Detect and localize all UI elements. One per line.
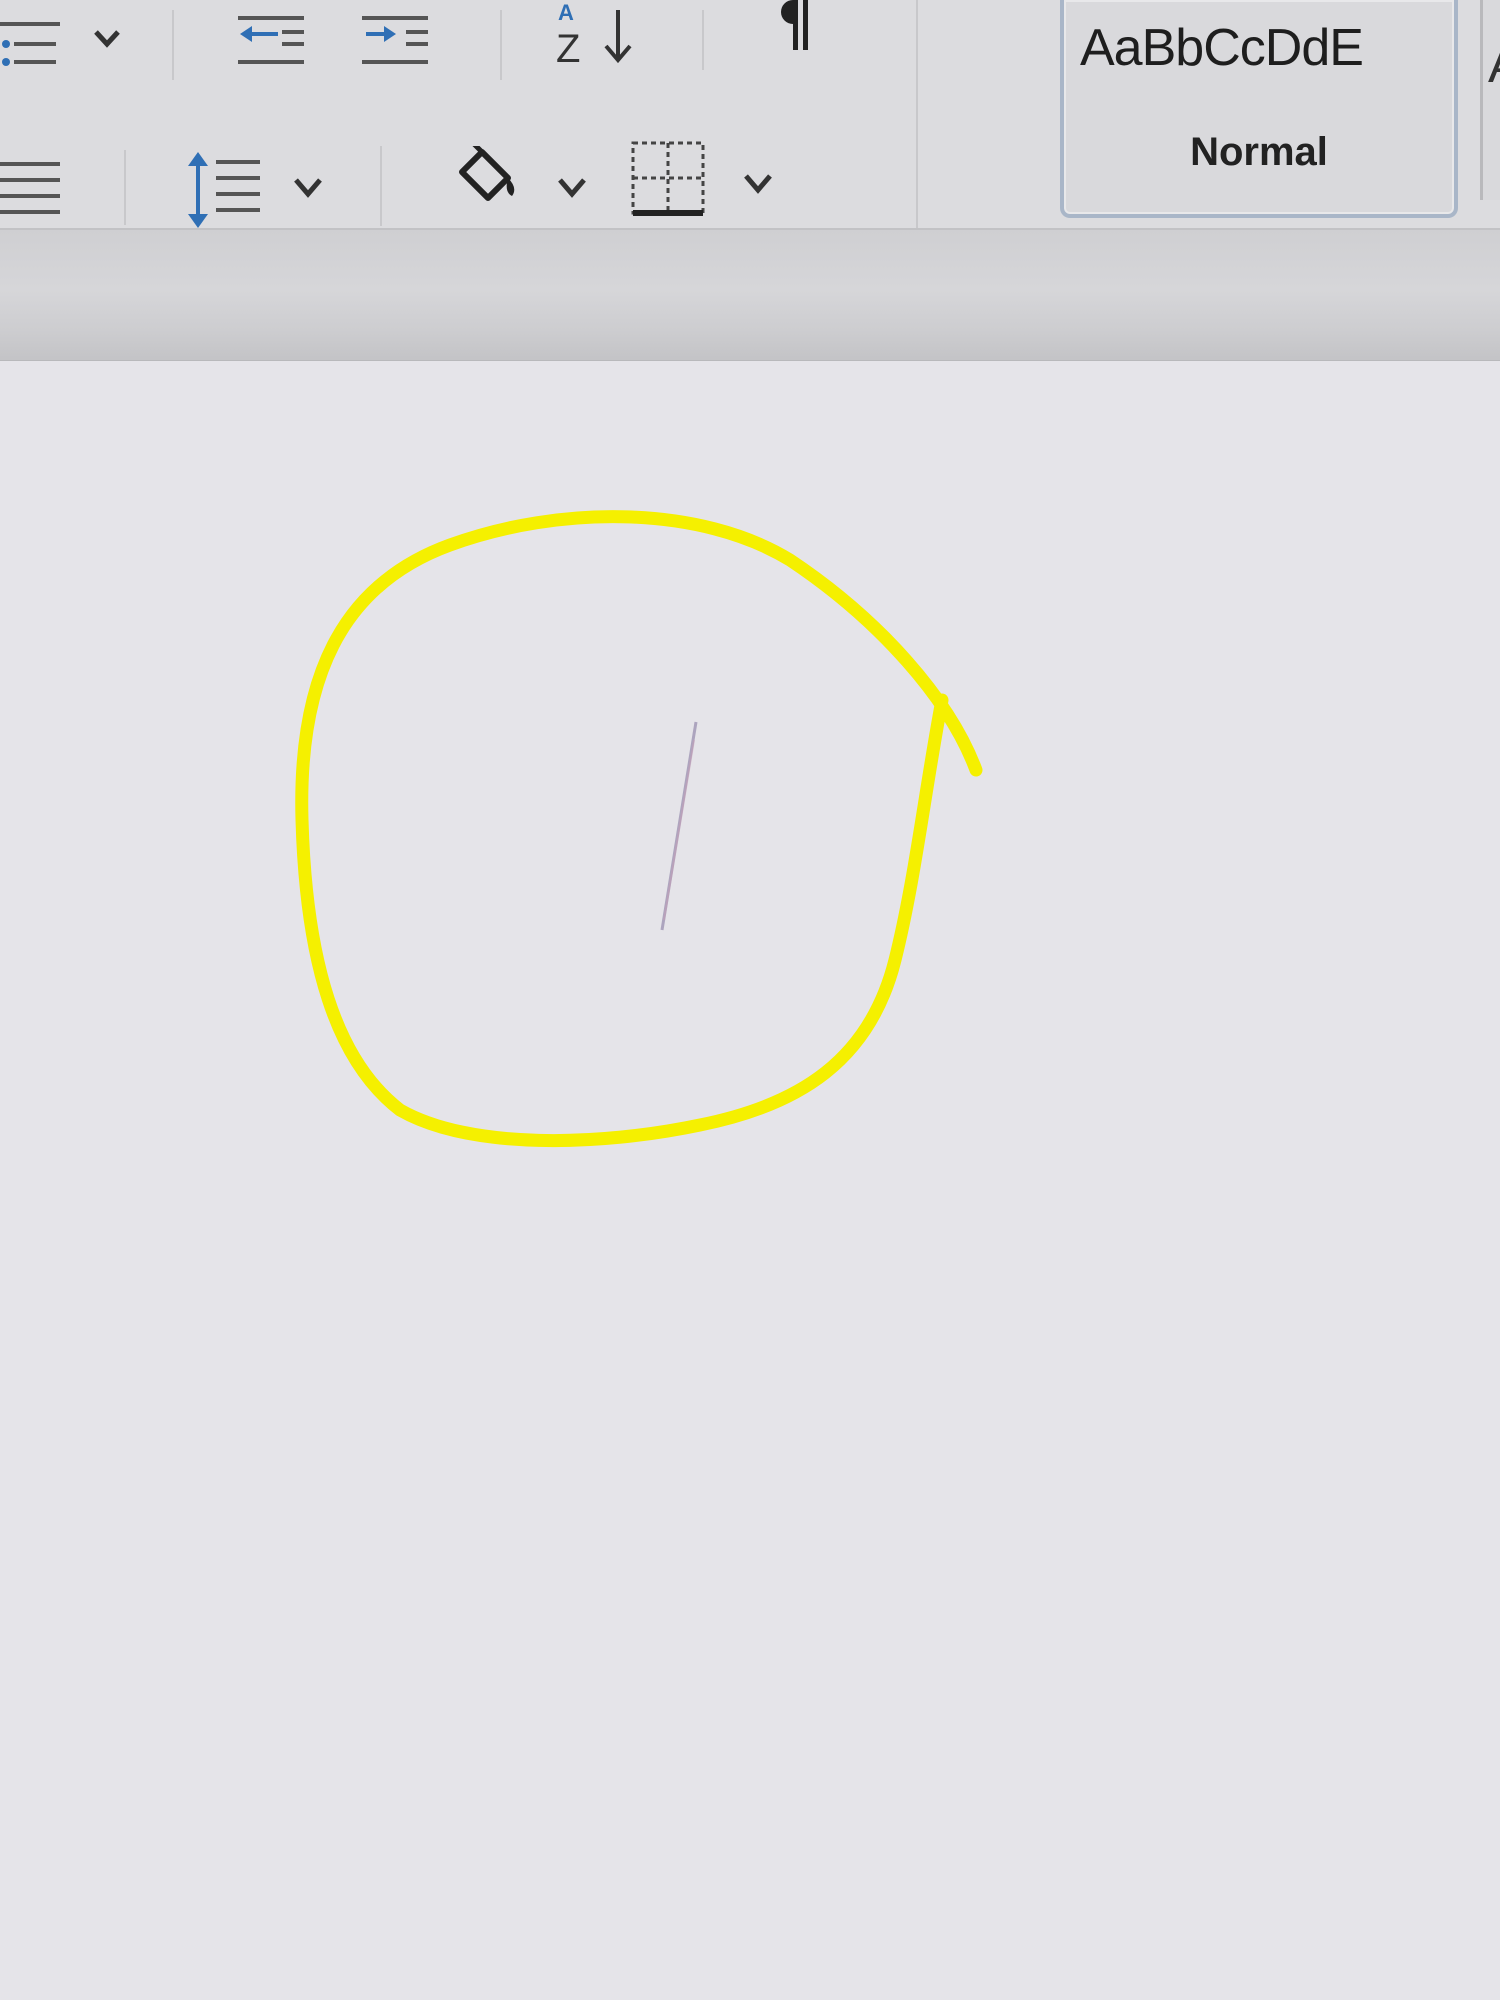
yellow-annotation-circle (295, 510, 983, 1148)
